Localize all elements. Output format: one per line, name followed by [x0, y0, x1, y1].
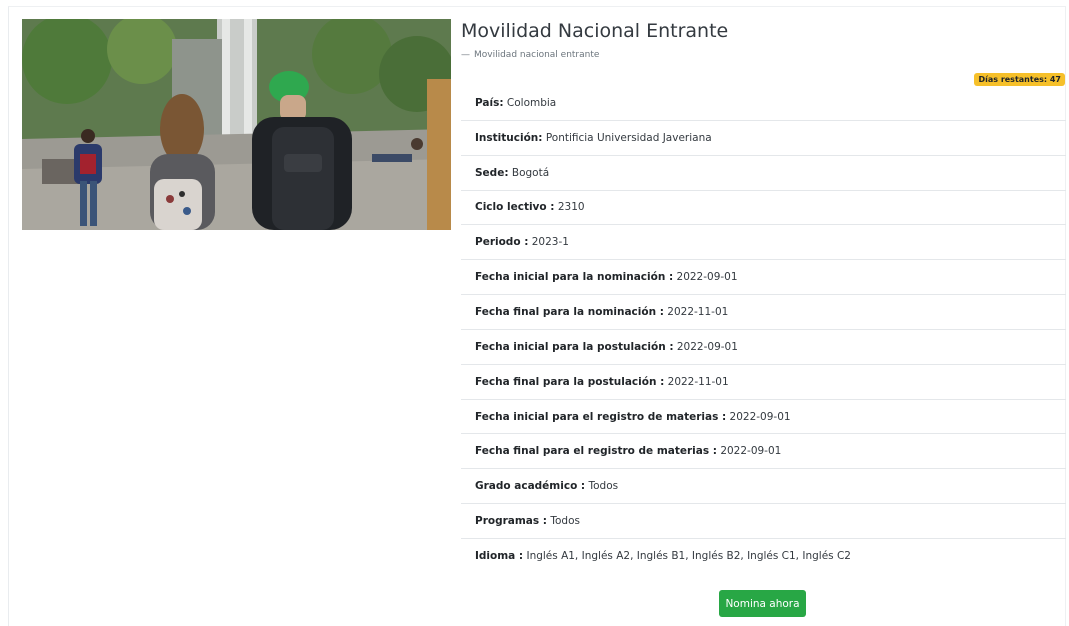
detail-value: Inglés A1, Inglés A2, Inglés B1, Inglés … [526, 550, 851, 563]
detail-value: 2022-11-01 [667, 375, 729, 388]
detail-value: Pontificia Universidad Javeriana [545, 131, 712, 144]
detail-value: 2022-09-01 [720, 445, 782, 458]
students-walking-image [22, 19, 451, 230]
detail-value: Todos [550, 515, 580, 528]
detail-key: Fecha final para la postulación : [475, 375, 665, 388]
detail-key: Sede: [475, 166, 509, 179]
detail-institucion: Institución: Pontificia Universidad Jave… [461, 121, 1066, 156]
subtitle-text: Movilidad nacional entrante [474, 50, 600, 60]
nominate-now-button[interactable]: Nomina ahora [719, 590, 806, 617]
detail-value: Colombia [506, 96, 557, 109]
detail-value: Bogotá [511, 166, 550, 179]
detail-key: Grado académico : [475, 480, 586, 493]
detail-value: 2022-09-01 [729, 410, 791, 423]
detail-key: Fecha inicial para la nominación : [475, 271, 674, 284]
page-title: Movilidad Nacional Entrante [461, 20, 729, 42]
subtitle-dash: — [461, 50, 470, 60]
detail-key: Idioma : [475, 550, 524, 563]
detail-fecha-inicial-registro-materias: Fecha inicial para el registro de materi… [461, 400, 1066, 435]
detail-key: Institución: [475, 131, 543, 144]
detail-value: 2023-1 [531, 236, 569, 249]
detail-key: Periodo : [475, 236, 529, 249]
detail-value: 2310 [557, 201, 585, 214]
detail-key: Fecha inicial para la postulación : [475, 340, 674, 353]
breadcrumb-subtitle: — Movilidad nacional entrante [461, 50, 599, 60]
detail-idioma: Idioma : Inglés A1, Inglés A2, Inglés B1… [461, 539, 1066, 574]
detail-key: País: [475, 96, 504, 109]
detail-value: 2022-09-01 [676, 271, 738, 284]
detail-periodo: Periodo : 2023-1 [461, 225, 1066, 261]
detail-fecha-inicial-nominacion: Fecha inicial para la nominación : 2022-… [461, 260, 1066, 296]
detail-key: Fecha final para la nominación : [475, 305, 664, 318]
detail-fecha-final-registro-materias: Fecha final para el registro de materias… [461, 434, 1066, 470]
detail-value: 2022-11-01 [667, 305, 729, 318]
detail-value: Todos [588, 480, 619, 493]
detail-key: Programas : [475, 515, 547, 528]
campus-photo [22, 19, 451, 230]
detail-sede: Sede: Bogotá [461, 156, 1066, 191]
detail-key: Ciclo lectivo : [475, 201, 555, 214]
program-details-list: País: Colombia Institución: Pontificia U… [461, 86, 1066, 574]
detail-programas: Programas : Todos [461, 504, 1066, 539]
detail-ciclo-lectivo: Ciclo lectivo : 2310 [461, 191, 1066, 226]
detail-key: Fecha inicial para el registro de materi… [475, 410, 727, 423]
detail-fecha-final-nominacion: Fecha final para la nominación : 2022-11… [461, 295, 1066, 330]
days-remaining-badge: Días restantes: 47 [974, 73, 1065, 86]
detail-fecha-inicial-postulacion: Fecha inicial para la postulación : 2022… [461, 330, 1066, 365]
detail-pais: País: Colombia [461, 86, 1066, 121]
detail-value: 2022-09-01 [676, 340, 738, 353]
detail-grado-academico: Grado académico : Todos [461, 469, 1066, 505]
detail-key: Fecha final para el registro de materias… [475, 445, 717, 458]
detail-fecha-final-postulacion: Fecha final para la postulación : 2022-1… [461, 365, 1066, 400]
